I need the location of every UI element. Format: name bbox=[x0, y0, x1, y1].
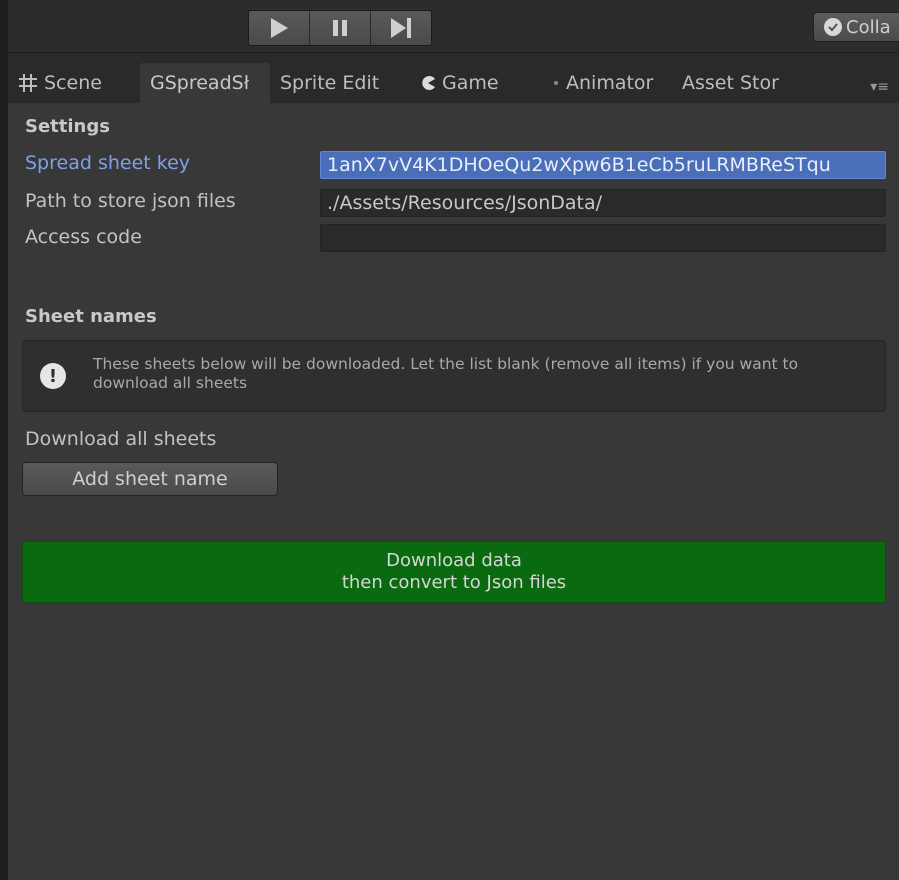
settings-title: Settings bbox=[25, 116, 110, 137]
grid-icon bbox=[18, 73, 38, 93]
tab-gspreadsheet[interactable]: GSpreadSł bbox=[140, 63, 270, 103]
playback-controls bbox=[248, 10, 432, 46]
path-label: Path to store json files bbox=[25, 190, 236, 212]
collapse-label: Colla bbox=[846, 16, 891, 38]
spreadsheet-key-label: Spread sheet key bbox=[25, 152, 191, 174]
play-icon bbox=[271, 18, 288, 38]
access-code-field[interactable] bbox=[320, 224, 886, 252]
step-icon bbox=[391, 18, 411, 38]
info-icon: ! bbox=[40, 363, 66, 389]
spreadsheet-key-field[interactable]: 1anX7vV4K1DHOeQu2wXpw6B1eCb5ruLRMBReSTqu bbox=[320, 151, 886, 179]
tab-asset-store[interactable]: Asset Stor bbox=[672, 63, 792, 103]
tab-menu-icon[interactable]: ▾≡ bbox=[870, 79, 889, 95]
tab-game[interactable]: Game bbox=[410, 63, 542, 103]
dot-icon bbox=[552, 79, 560, 87]
pacman-icon bbox=[420, 75, 436, 91]
tab-bar: Scene GSpreadSł Sprite Edit Game Animato… bbox=[8, 53, 899, 103]
tab-sprite-editor[interactable]: Sprite Edit bbox=[270, 63, 410, 103]
download-line2: then convert to Json files bbox=[341, 572, 567, 593]
download-data-button[interactable]: Download data then convert to Json files bbox=[22, 541, 886, 603]
checkmark-icon bbox=[824, 18, 842, 36]
step-button[interactable] bbox=[371, 11, 431, 45]
play-toolbar: Colla bbox=[8, 0, 899, 53]
download-line1: Download data bbox=[386, 550, 522, 571]
access-code-label: Access code bbox=[25, 226, 142, 248]
tab-label: GSpreadSł bbox=[150, 72, 250, 94]
editor-window: Colla Scene GSpreadSł Sprite Edit Game A… bbox=[8, 0, 899, 880]
window-edge bbox=[0, 0, 8, 880]
path-field[interactable]: ./Assets/Resources/JsonData/ bbox=[320, 189, 886, 217]
add-sheet-label: Add sheet name bbox=[72, 468, 228, 490]
help-text: These sheets below will be downloaded. L… bbox=[93, 355, 799, 392]
tab-label: Sprite Edit bbox=[280, 72, 380, 94]
sheet-names-title: Sheet names bbox=[25, 306, 157, 327]
add-sheet-name-button[interactable]: Add sheet name bbox=[22, 462, 278, 496]
pause-icon bbox=[333, 20, 347, 36]
collapse-toggle[interactable]: Colla bbox=[813, 12, 899, 42]
pause-button[interactable] bbox=[310, 11, 371, 45]
tab-label: Animator bbox=[566, 72, 654, 94]
tab-animator[interactable]: Animator bbox=[542, 63, 672, 103]
info-helpbox: ! These sheets below will be downloaded.… bbox=[22, 340, 886, 412]
tab-label: Scene bbox=[44, 72, 102, 94]
tab-label: Game bbox=[442, 72, 499, 94]
tab-scene[interactable]: Scene bbox=[8, 63, 140, 103]
download-all-label: Download all sheets bbox=[25, 428, 217, 450]
play-button[interactable] bbox=[249, 11, 310, 45]
tab-label: Asset Stor bbox=[682, 72, 779, 94]
